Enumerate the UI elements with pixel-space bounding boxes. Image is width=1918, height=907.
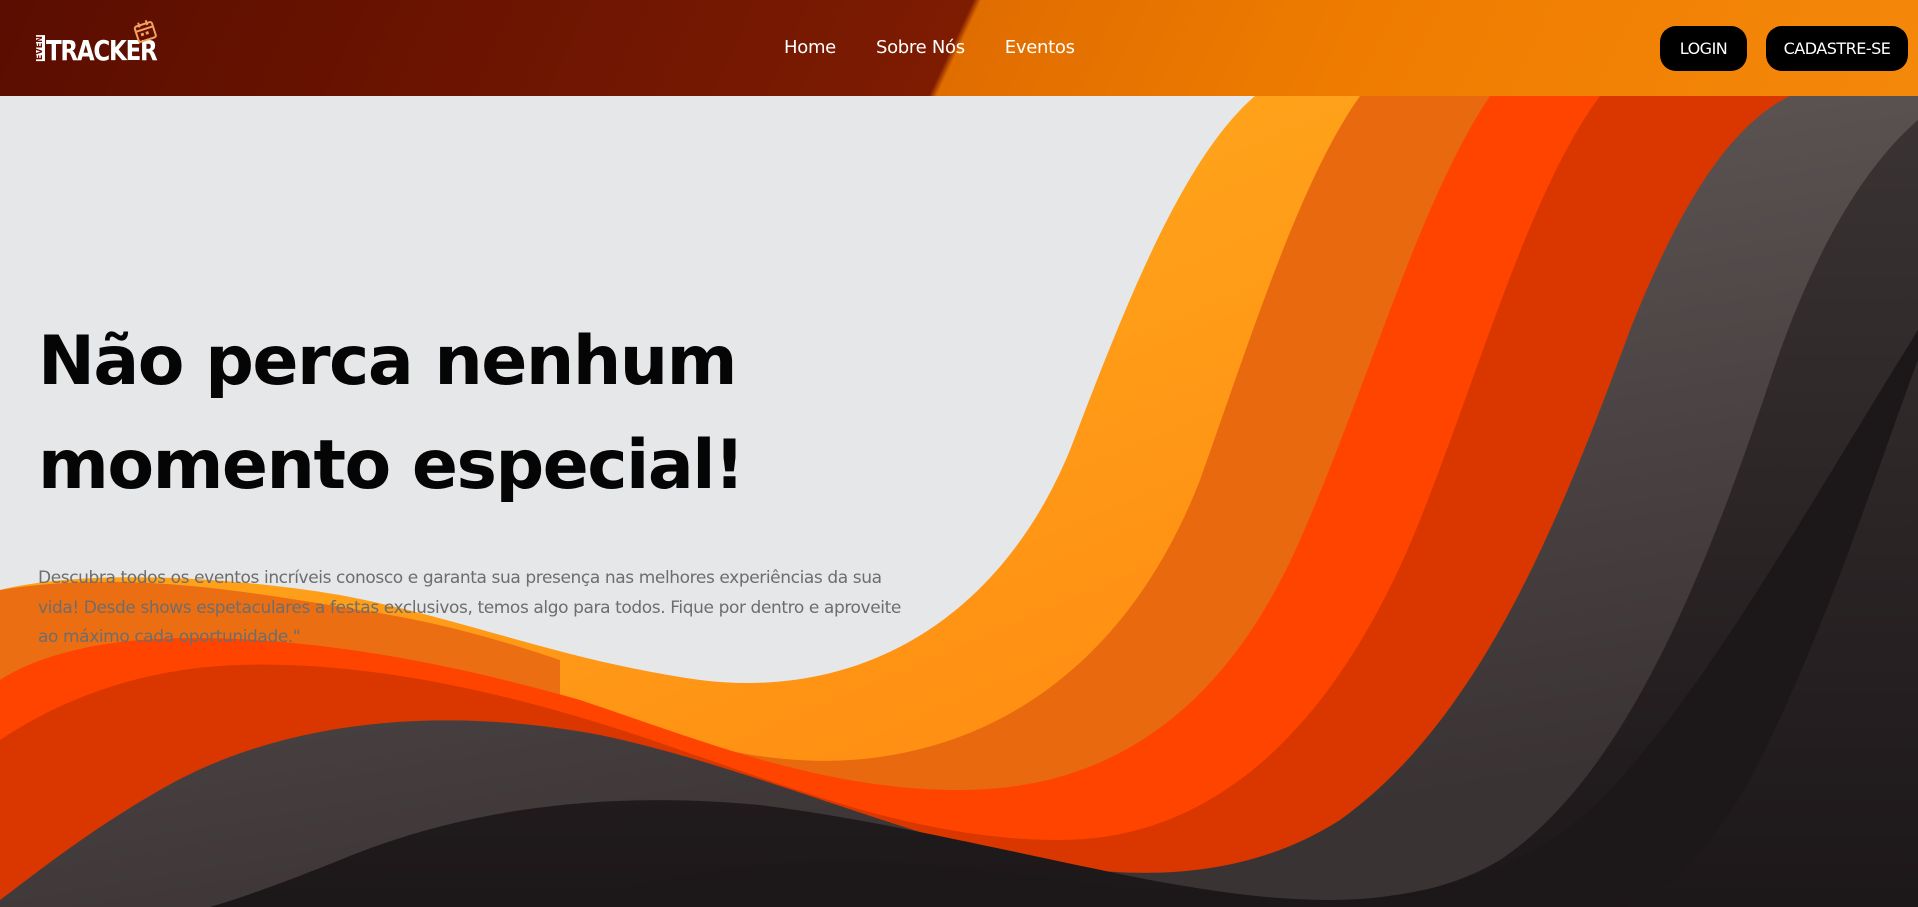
- main-navigation: Home Sobre Nós Eventos: [784, 37, 1075, 58]
- nav-link-eventos[interactable]: Eventos: [1005, 37, 1075, 58]
- brand-logo[interactable]: EVEN TRACKER: [35, 19, 166, 66]
- calendar-icon: [133, 19, 157, 43]
- hero-description: Descubra todos os eventos incríveis cono…: [38, 568, 901, 647]
- nav-link-home[interactable]: Home: [784, 37, 836, 58]
- hero-title-line-1: Não perca nenhum: [38, 322, 738, 401]
- signup-button[interactable]: CADASTRE-SE: [1766, 26, 1908, 71]
- hero-title-line-2: momento especial!: [38, 426, 745, 505]
- hero-title: Não perca nenhum momento especial!: [38, 310, 858, 518]
- logo-small-text: EVEN: [35, 34, 45, 61]
- login-button[interactable]: LOGIN: [1660, 26, 1747, 71]
- nav-link-sobre-nos[interactable]: Sobre Nós: [876, 37, 965, 58]
- top-navbar: EVEN TRACKER Home Sobre Nós Eventos LOGI…: [0, 0, 1918, 96]
